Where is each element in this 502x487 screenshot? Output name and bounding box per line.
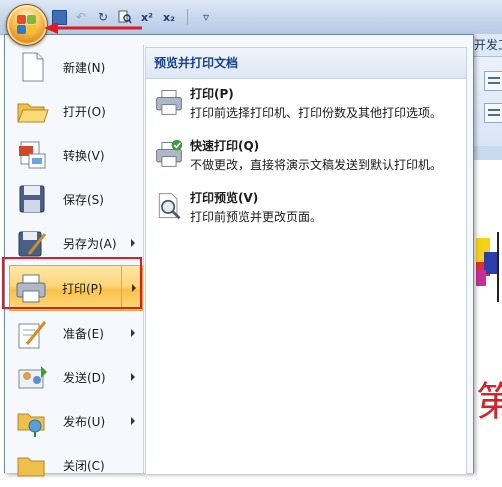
slide-graphic: [476, 232, 499, 302]
submenu-header: 预览并打印文档: [146, 48, 466, 79]
menu-item-label: 新建(N): [63, 60, 106, 75]
submenu-item-quick-print[interactable]: 快速打印(Q) 不做更改，直接将演示文稿发送到默认打印机。: [146, 131, 466, 183]
menu-item-prepare[interactable]: 准备(E): [11, 311, 141, 355]
submenu-arrow-icon: [131, 239, 135, 247]
submenu-item-title: 打印(P): [190, 87, 234, 101]
toolbar-separator: [187, 9, 188, 25]
submenu-item-description: 打印前预览并更改页面。: [190, 210, 323, 224]
office-menu: 新建(N) 打开(O) 转换(V) 保存(S) 另存为(A) 打印(P) 准备(…: [4, 34, 474, 477]
new-document-icon: [15, 50, 49, 84]
menu-item-label: 发布(U): [63, 414, 106, 429]
publish-icon: [15, 404, 49, 438]
submenu-item-description: 不做更改，直接将演示文稿发送到默认打印机。: [190, 158, 443, 172]
annotation-arrow-icon: [44, 22, 142, 34]
menu-item-convert[interactable]: 转换(V): [11, 133, 141, 177]
menu-item-new[interactable]: 新建(N): [11, 45, 141, 89]
menu-item-label: 打开(O): [63, 104, 106, 119]
printer-icon: [154, 87, 184, 117]
print-submenu: 预览并打印文档 打印(P) 打印前选择打印机、打印份数及其他打印选项。 快速打印…: [145, 47, 467, 474]
submenu-item-description: 打印前选择打印机、打印份数及其他打印选项。: [190, 106, 443, 120]
menu-item-send[interactable]: 发送(D): [11, 355, 141, 399]
ribbon-list-icon[interactable]: [484, 103, 502, 123]
submenu-item-print[interactable]: 打印(P) 打印前选择打印机、打印份数及其他打印选项。: [146, 79, 466, 131]
ribbon-list-icon[interactable]: [484, 71, 502, 91]
submenu-arrow-icon: [131, 417, 135, 425]
office-button[interactable]: [6, 4, 48, 46]
annotation-highlight-box: [2, 257, 142, 309]
convert-icon: [15, 138, 49, 172]
menu-item-close[interactable]: 关闭(C): [11, 443, 141, 487]
menu-item-label: 另存为(A): [63, 236, 117, 251]
submenu-item-title: 快速打印(Q): [190, 139, 260, 153]
submenu-arrow-icon: [131, 329, 135, 337]
menu-item-label: 关闭(C): [63, 458, 105, 473]
save-icon: [15, 182, 49, 216]
menu-item-save[interactable]: 保存(S): [11, 177, 141, 221]
menu-item-label: 发送(D): [63, 370, 106, 385]
print-preview-icon: [154, 191, 184, 221]
prepare-icon: [15, 316, 49, 350]
document-area: 第: [472, 160, 502, 472]
menu-item-publish[interactable]: 发布(U): [11, 399, 141, 443]
menu-item-open[interactable]: 打开(O): [11, 89, 141, 133]
ribbon-group-label: [472, 146, 502, 160]
slide-title-text: 第: [476, 379, 502, 425]
send-icon: [15, 360, 49, 394]
save-as-icon: [15, 226, 49, 260]
submenu-arrow-icon: [131, 373, 135, 381]
submenu-item-print-preview[interactable]: 打印预览(V) 打印前预览并更改页面。: [146, 183, 466, 235]
menu-item-label: 准备(E): [63, 326, 104, 341]
open-folder-icon: [15, 94, 49, 128]
customize-icon[interactable]: ▿: [198, 9, 214, 25]
subscript-icon[interactable]: x₂: [161, 9, 177, 25]
submenu-item-title: 打印预览(V): [190, 191, 259, 205]
menu-divider: [143, 45, 144, 473]
ribbon-tab-developer[interactable]: 开发工: [472, 34, 502, 56]
close-folder-icon: [15, 448, 49, 482]
menu-item-label: 转换(V): [63, 148, 105, 163]
office-logo-icon: [17, 15, 37, 35]
menu-item-label: 保存(S): [63, 192, 104, 207]
quick-print-icon: [154, 139, 184, 169]
